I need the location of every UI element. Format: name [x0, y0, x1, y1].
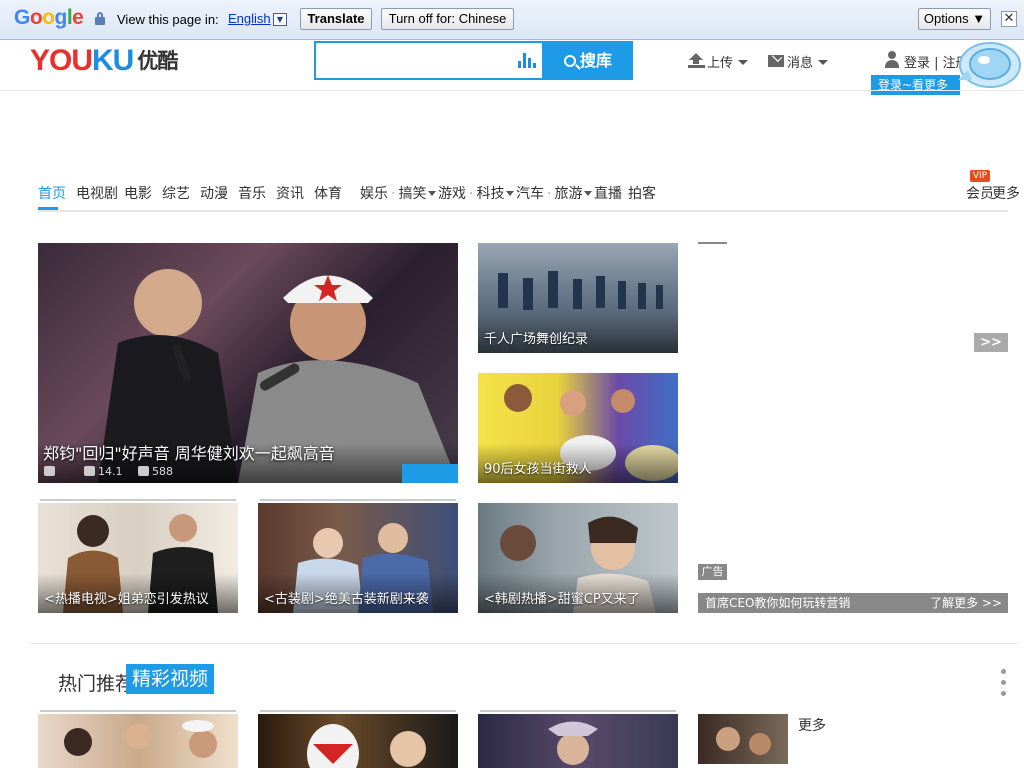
google-logo: Google	[14, 6, 84, 29]
tile-caption: 90后女孩当街救人	[484, 462, 592, 477]
feature-title[interactable]: 郑钧"回归"好声音 周华健刘欢一起飙高音	[43, 440, 335, 464]
nav-tv[interactable]: 电视剧	[76, 183, 118, 203]
chevron-down-icon	[506, 191, 515, 196]
tile-caption: <韩剧热播>甜蜜CP又来了	[484, 592, 640, 607]
chevron-down-icon[interactable]	[738, 60, 748, 65]
language-link[interactable]: English	[228, 11, 271, 26]
nav-variety[interactable]: 综艺	[162, 183, 190, 203]
tab-hot[interactable]: 热门推荐	[58, 669, 134, 696]
message-link[interactable]: 消息	[787, 52, 813, 71]
login-tooltip[interactable]: 登录~看更多哦	[871, 75, 960, 112]
feature-uploader-icon	[44, 465, 58, 478]
nav-music[interactable]: 音乐	[238, 183, 266, 203]
mail-icon[interactable]	[768, 55, 784, 67]
language-dropdown-icon[interactable]: ▼	[273, 13, 287, 26]
nav-more[interactable]: 更多	[992, 183, 1020, 203]
video-tile-8[interactable]	[478, 714, 678, 768]
stack-line	[40, 710, 236, 712]
nav-dropdown-3[interactable]: 汽车 · 旅游	[516, 183, 593, 203]
turn-off-button[interactable]: Turn off for: Chinese	[381, 8, 514, 30]
close-icon[interactable]: ✕	[1001, 11, 1017, 27]
nav-paike[interactable]: 拍客	[628, 183, 656, 203]
nav-vip[interactable]: 会员	[966, 183, 994, 203]
ad-banner[interactable]: 首席CEO教你如何玩转营销 了解更多 >>	[698, 593, 1008, 613]
video-tile-2[interactable]: 90后女孩当街救人	[478, 373, 678, 483]
side-thumbnail[interactable]	[698, 714, 788, 764]
stack-line	[260, 499, 456, 501]
nav-divider	[38, 210, 1008, 212]
feature-views: 14.1	[84, 465, 123, 478]
more-options-icon[interactable]	[1001, 669, 1006, 702]
upload-link[interactable]: 上传	[707, 52, 733, 71]
nav-dropdown-2[interactable]: 游戏 · 科技	[438, 183, 515, 203]
nav-home[interactable]: 首页	[38, 183, 66, 203]
tile-caption: 千人广场舞创纪录	[484, 332, 589, 347]
user-icon[interactable]	[884, 51, 900, 68]
stack-line	[260, 710, 456, 712]
video-tile-7[interactable]	[258, 714, 458, 768]
stack-line	[40, 499, 236, 501]
play-icon	[84, 466, 95, 476]
nav-anime[interactable]: 动漫	[200, 183, 228, 203]
sidebar-divider	[698, 242, 727, 244]
chevron-down-icon	[428, 191, 437, 196]
nav-active-indicator	[38, 207, 58, 210]
nav-movie[interactable]: 电影	[124, 183, 152, 203]
tile-caption: <热播电视>姐弟恋引发热议	[44, 592, 209, 607]
video-tile-6[interactable]	[38, 714, 238, 768]
chevron-down-icon[interactable]	[818, 60, 828, 65]
chart-icon[interactable]	[518, 52, 536, 68]
options-button[interactable]: Options ▼	[918, 8, 991, 30]
nav-live[interactable]: 直播	[594, 183, 622, 203]
comment-icon	[138, 466, 149, 476]
mascot-icon	[958, 42, 1021, 88]
video-tile-1[interactable]: 千人广场舞创纪录	[478, 243, 678, 353]
translate-bar: Google View this page in: English ▼ Tran…	[0, 0, 1024, 40]
more-button[interactable]: >>	[974, 333, 1008, 352]
search-input[interactable]	[314, 41, 544, 80]
nav-news[interactable]: 资讯	[276, 183, 304, 203]
translate-prompt: View this page in:	[117, 12, 219, 27]
feature-comments: 588	[138, 465, 173, 478]
tile-caption: <古装剧>绝美古装新剧来袭	[264, 592, 429, 607]
side-link[interactable]: 更多	[798, 715, 826, 735]
video-tile-5[interactable]: <韩剧热播>甜蜜CP又来了	[478, 503, 678, 613]
nav-sports[interactable]: 体育	[314, 183, 342, 203]
vip-badge: VIP	[970, 170, 990, 182]
tab-featured[interactable]: 精彩视频	[126, 664, 214, 694]
section-divider	[30, 643, 1018, 644]
stack-line	[480, 710, 676, 712]
video-tile-4[interactable]: <古装剧>绝美古装新剧来袭	[258, 503, 458, 613]
chevron-down-icon	[584, 191, 593, 196]
nav-dropdown-1[interactable]: 娱乐 · 搞笑	[360, 183, 437, 203]
translate-button[interactable]: Translate	[300, 8, 372, 30]
lock-icon	[95, 12, 105, 25]
header-divider	[0, 90, 1024, 91]
feature-tab[interactable]	[402, 464, 458, 483]
upload-icon[interactable]	[688, 53, 705, 68]
ad-link[interactable]: 了解更多 >>	[930, 593, 1002, 613]
search-button[interactable]: 搜库	[543, 41, 633, 80]
youku-logo[interactable]: YOUKU 优酷	[30, 44, 178, 78]
ad-badge: 广告	[698, 564, 727, 580]
search-icon	[563, 55, 576, 67]
video-tile-3[interactable]: <热播电视>姐弟恋引发热议	[38, 503, 238, 613]
